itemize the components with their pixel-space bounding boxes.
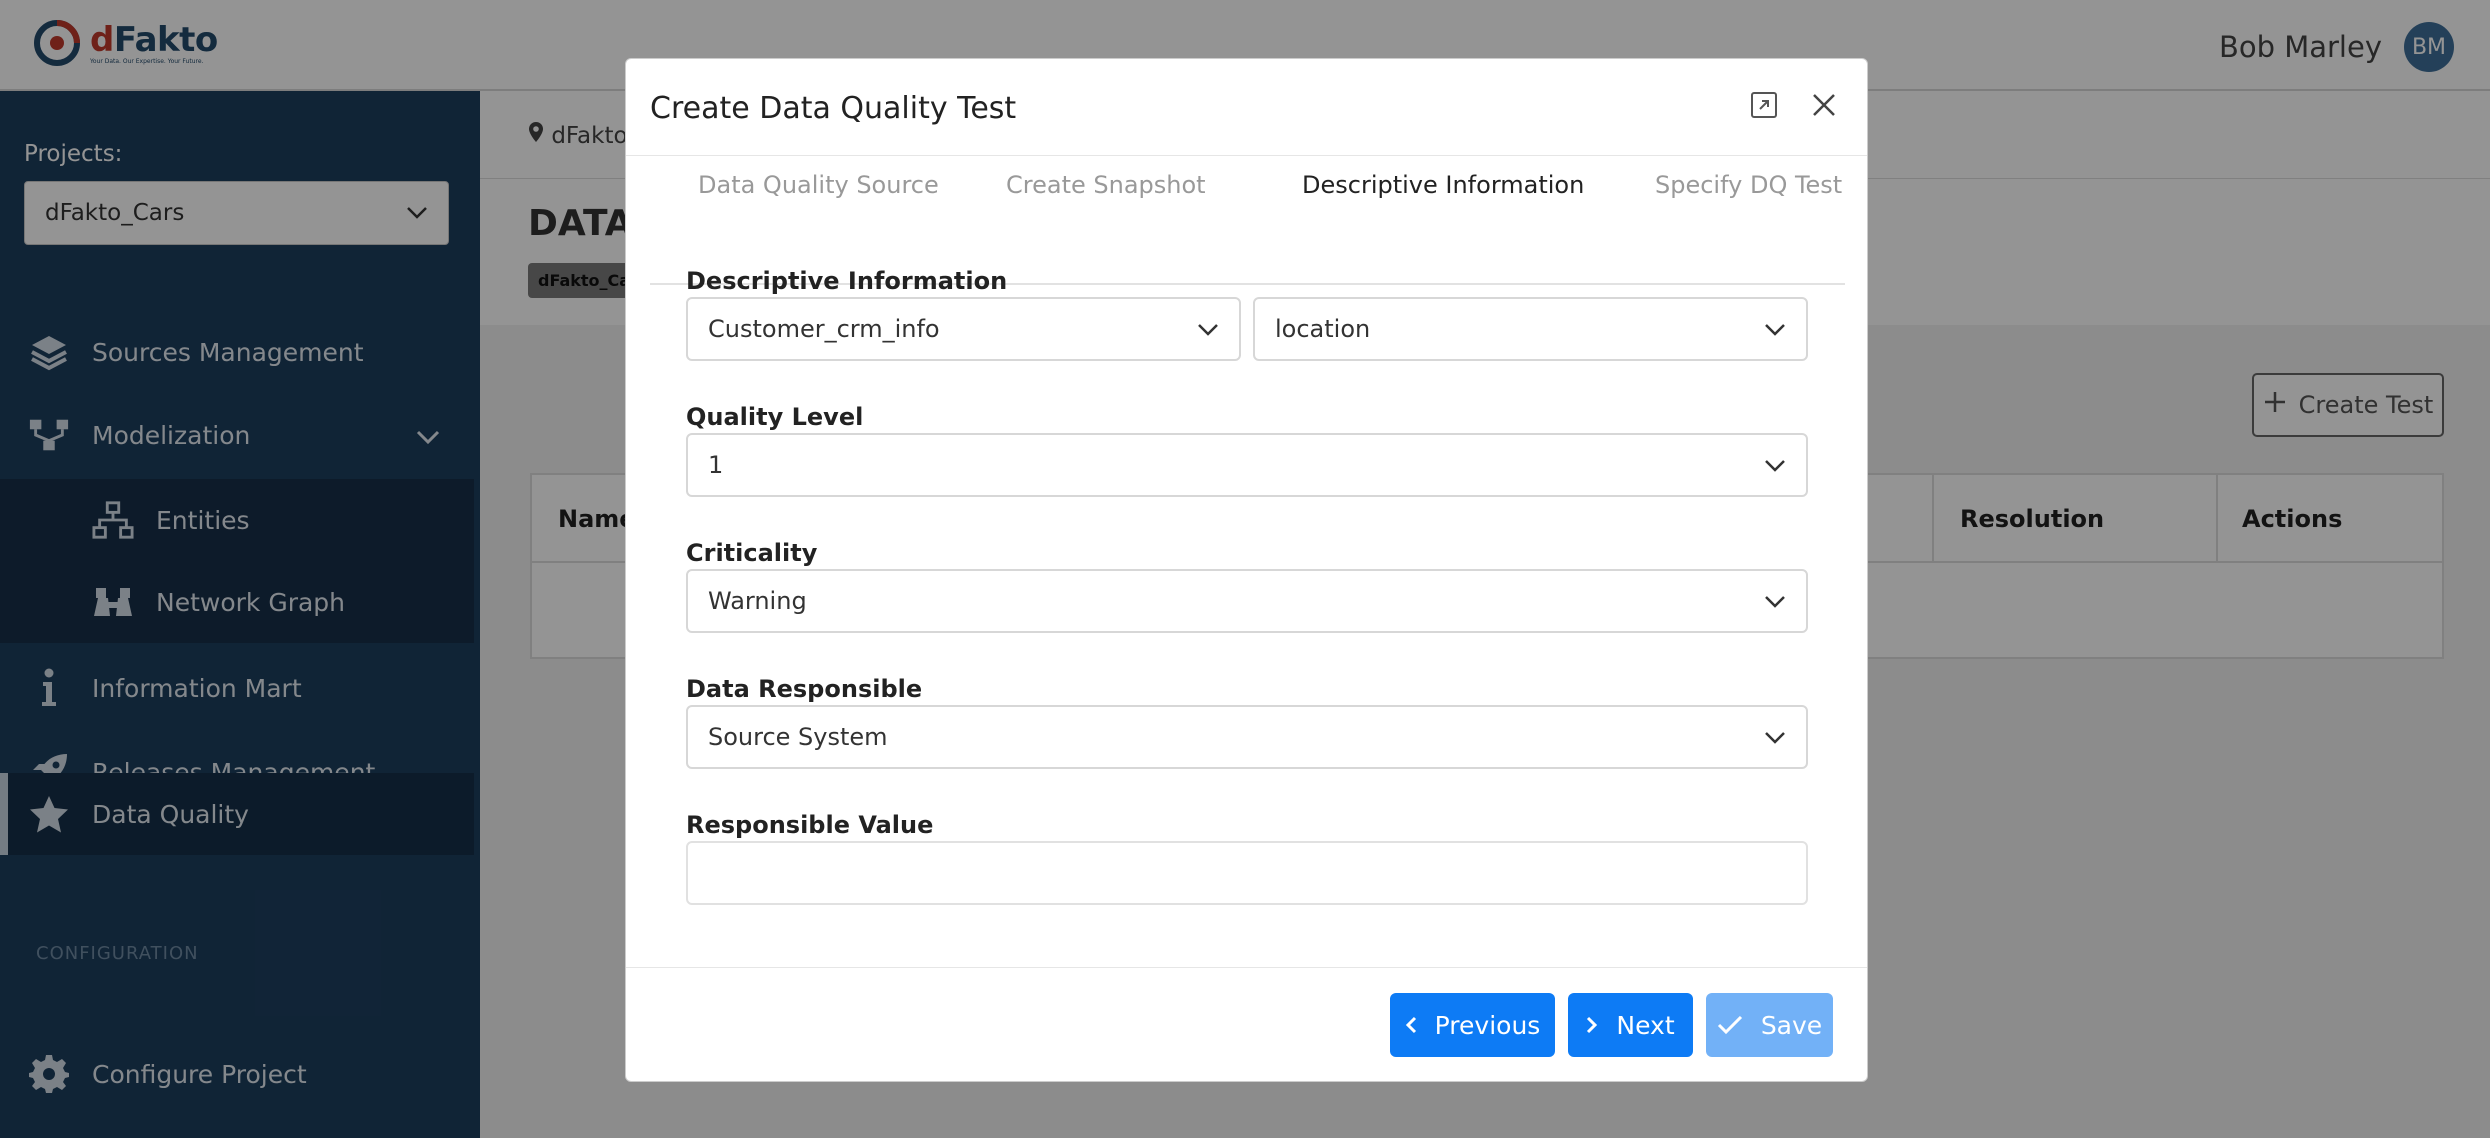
step-specify-dq-test[interactable]: Specify DQ Test: [1655, 171, 1842, 199]
criticality-label: Criticality: [686, 539, 818, 567]
next-button[interactable]: Next: [1568, 993, 1693, 1057]
step-create-snapshot[interactable]: Create Snapshot: [1006, 171, 1206, 199]
data-responsible-select[interactable]: Source System: [686, 705, 1808, 769]
previous-button[interactable]: Previous: [1390, 993, 1555, 1057]
descriptive-column-select[interactable]: location: [1253, 297, 1808, 361]
chevron-down-icon: [1764, 723, 1786, 751]
step-data-quality-source[interactable]: Data Quality Source: [698, 171, 939, 199]
maximize-icon[interactable]: [1742, 83, 1786, 127]
close-icon[interactable]: [1802, 83, 1846, 127]
responsible-value-label: Responsible Value: [686, 811, 934, 839]
save-button[interactable]: Save: [1706, 993, 1833, 1057]
chevron-down-icon: [1764, 451, 1786, 479]
create-dq-test-modal: Create Data Quality Test Data Quality So…: [625, 58, 1868, 1082]
criticality-select[interactable]: Warning: [686, 569, 1808, 633]
check-icon: [1717, 1015, 1742, 1035]
chevron-left-icon: [1405, 1016, 1416, 1034]
step-descriptive-information[interactable]: Descriptive Information: [1302, 171, 1584, 199]
descriptive-table-select[interactable]: Customer_crm_info: [686, 297, 1241, 361]
quality-level-select[interactable]: 1: [686, 433, 1808, 497]
chevron-right-icon: [1587, 1016, 1598, 1034]
chevron-down-icon: [1197, 315, 1219, 343]
chevron-down-icon: [1764, 587, 1786, 615]
quality-level-label: Quality Level: [686, 403, 864, 431]
wizard-steps: Data Quality Source Create Snapshot Desc…: [650, 157, 1845, 285]
data-responsible-label: Data Responsible: [686, 675, 923, 703]
descriptive-information-label: Descriptive Information: [686, 267, 1008, 295]
modal-title: Create Data Quality Test: [650, 91, 1017, 126]
responsible-value-input[interactable]: [686, 841, 1808, 905]
chevron-down-icon: [1764, 315, 1786, 343]
